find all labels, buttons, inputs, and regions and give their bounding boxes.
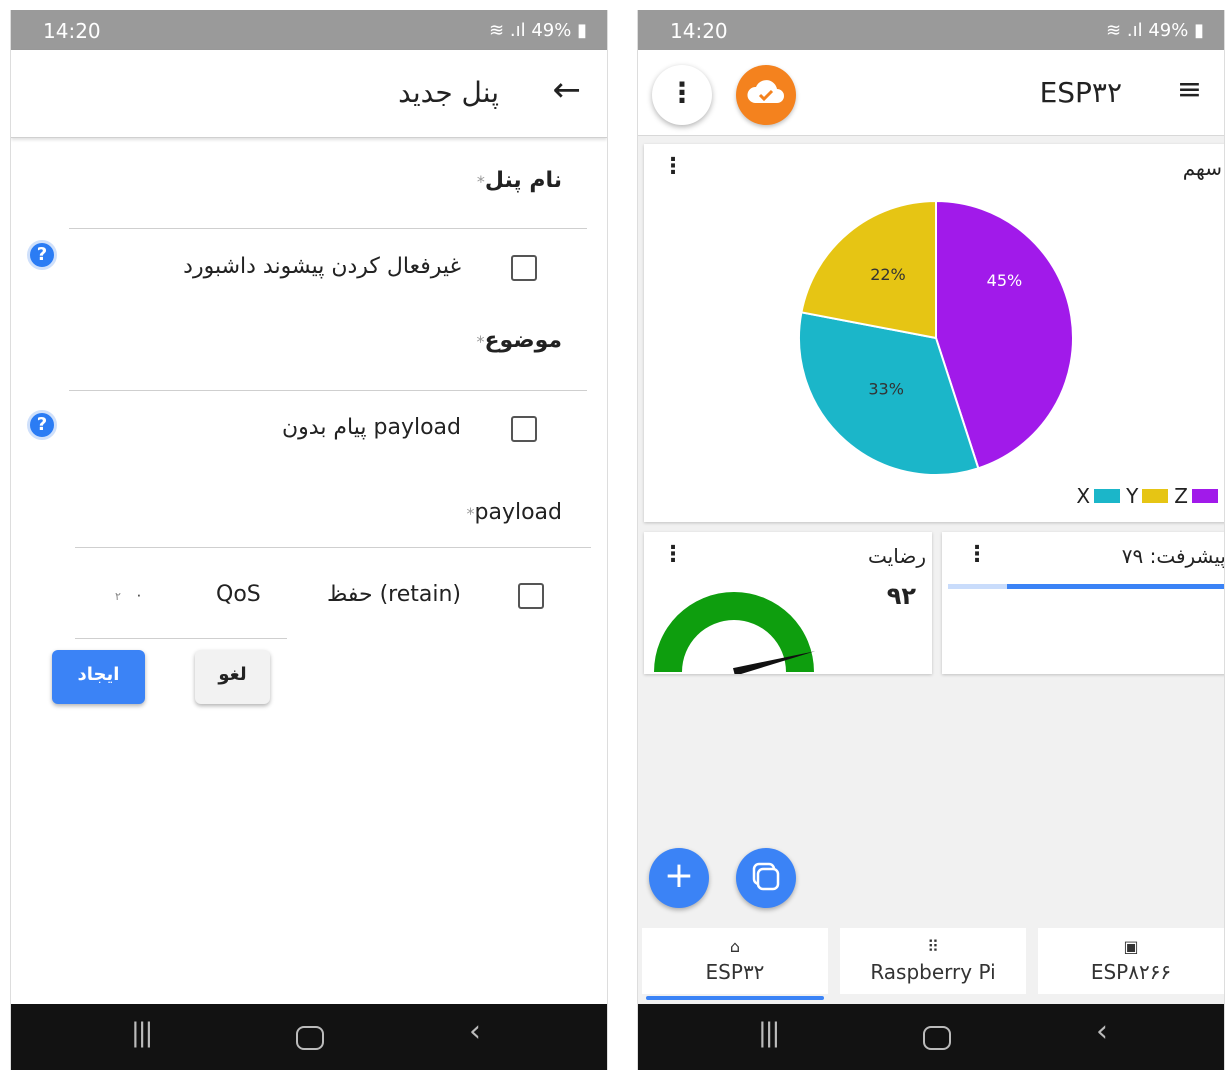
pie-chart: 45% 33% 22% <box>798 199 1074 476</box>
disable-prefix-checkbox[interactable] <box>511 255 537 281</box>
arrow-left-icon[interactable]: ← <box>553 70 582 110</box>
gauge-chart <box>654 592 816 674</box>
page-title: ESP۳۲ <box>1039 76 1122 109</box>
home-icon[interactable] <box>296 1026 324 1050</box>
back-icon[interactable]: ‹ <box>1096 1014 1108 1049</box>
tab-label: ESP۳۲ <box>705 960 765 984</box>
signal-icon: .ıl <box>509 20 526 41</box>
status-bar: 14:20 ≋ .ıl 49% ▮ <box>638 10 1224 50</box>
retain-label: حفظ (retain) <box>326 582 461 607</box>
retain-checkbox[interactable] <box>518 583 544 609</box>
battery-level: 49% <box>1148 20 1189 41</box>
pie-label-y: 22% <box>870 265 906 284</box>
progress-fill <box>1006 584 1224 589</box>
legend-label: X <box>1076 484 1091 508</box>
chart-legend: X Y Z <box>1076 484 1218 508</box>
device-icon: ▣ <box>1123 937 1139 956</box>
status-indicators: ≋ .ıl 49% ▮ <box>489 20 587 41</box>
qos-select-underline <box>75 638 287 639</box>
pie-label-x: 33% <box>868 380 904 399</box>
phone-dashboard: 14:20 ≋ .ıl 49% ▮ ⋮ ESP۳۲ ≡ سهم ⋮ 45% 33%… <box>637 10 1225 1070</box>
kebab-icon: ⋮ <box>668 76 696 109</box>
cloud-sync-button[interactable] <box>736 65 796 125</box>
keypad-icon: ⠿ <box>927 937 939 956</box>
panel-name-label: *نام پنل <box>476 168 562 193</box>
help-icon[interactable]: ? <box>27 240 57 270</box>
battery-level: 49% <box>531 20 572 41</box>
active-tab-indicator <box>646 996 824 1000</box>
no-payload-label: پیام بدون payload <box>281 415 461 440</box>
qos-alt-value: ۲ <box>115 590 121 603</box>
tab-raspberry-pi[interactable]: ⠿ Raspberry Pi <box>840 928 1026 994</box>
topic-label: *موضوع <box>476 328 563 353</box>
legend-item-y: Y <box>1126 484 1169 508</box>
legend-label: Y <box>1126 484 1139 508</box>
no-payload-checkbox[interactable] <box>511 416 537 442</box>
battery-icon: ▮ <box>1194 20 1204 41</box>
system-nav-bar: ||| ‹ <box>638 1004 1224 1070</box>
back-icon[interactable]: ‹ <box>469 1014 481 1049</box>
pie-chart-card: سهم ⋮ 45% 33% 22% XYZ <box>644 144 1224 522</box>
progress-card: پیشرفت: ۷۹ ⋮ <box>942 532 1225 674</box>
payload-field[interactable] <box>75 547 591 548</box>
tab-label: Raspberry Pi <box>870 960 996 984</box>
tab-label: ESP۸۲۶۶ <box>1090 960 1172 984</box>
progress-bar <box>948 584 1224 589</box>
status-time: 14:20 <box>43 19 101 43</box>
dashboard-tabs: ⌂ ESP۳۲ ⠿ Raspberry Pi ▣ ESP۸۲۶۶ <box>638 920 1224 1004</box>
copy-icon <box>752 862 780 891</box>
legend-label: Z <box>1174 484 1188 508</box>
home-icon: ⌂ <box>729 937 741 956</box>
payload-label: *payload <box>466 500 562 525</box>
signal-icon: .ıl <box>1126 20 1143 41</box>
help-icon[interactable]: ? <box>27 410 57 440</box>
more-options-button[interactable]: ⋮ <box>652 65 712 125</box>
phone-new-panel: 14:20 ≋ .ıl 49% ▮ پنل جدید ← *نام پنل غی… <box>10 10 608 1070</box>
panel-name-field[interactable] <box>69 228 587 229</box>
tab-esp32[interactable]: ⌂ ESP۳۲ <box>642 928 828 1000</box>
legend-swatch <box>1094 489 1121 503</box>
wifi-icon: ≋ <box>489 20 505 41</box>
add-panel-button[interactable]: + <box>649 848 709 908</box>
card-title: پیشرفت: ۷۹ <box>1121 544 1225 568</box>
legend-swatch <box>1142 489 1169 503</box>
home-icon[interactable] <box>923 1026 951 1050</box>
gauge-arc <box>654 592 814 672</box>
app-bar: ⋮ ESP۳۲ ≡ <box>638 50 1224 136</box>
card-menu-icon[interactable]: ⋮ <box>966 542 988 567</box>
recent-apps-icon[interactable]: ||| <box>131 1018 153 1048</box>
pie-label-z: 45% <box>987 271 1023 290</box>
legend-swatch <box>1192 489 1218 503</box>
wifi-icon: ≋ <box>1106 20 1122 41</box>
status-time: 14:20 <box>670 19 728 43</box>
battery-icon: ▮ <box>577 20 587 41</box>
system-nav-bar: ||| ‹ <box>11 1004 607 1070</box>
create-button[interactable]: ایجاد <box>52 650 145 704</box>
cloud-check-icon <box>747 80 784 103</box>
tab-esp8266[interactable]: ▣ ESP۸۲۶۶ <box>1038 928 1224 994</box>
recent-apps-icon[interactable]: ||| <box>758 1018 780 1048</box>
cancel-button[interactable]: لغو <box>195 650 270 704</box>
topic-field[interactable] <box>69 390 587 391</box>
legend-item-x: X <box>1076 484 1121 508</box>
qos-label: QoS <box>216 582 261 607</box>
qos-value[interactable]: ۲۰ <box>115 586 143 604</box>
hamburger-icon[interactable]: ≡ <box>1177 72 1202 107</box>
disable-prefix-label: غیرفعال کردن پیشوند داشبورد <box>183 254 461 279</box>
plus-icon: + <box>663 855 695 896</box>
page-title: پنل جدید <box>398 76 499 109</box>
gauge-card: رضایت ⋮ ۹۲ <box>644 532 932 674</box>
legend-item-z: Z <box>1174 484 1218 508</box>
app-bar: پنل جدید ← <box>11 50 607 138</box>
status-indicators: ≋ .ıl 49% ▮ <box>1106 20 1204 41</box>
status-bar: 14:20 ≋ .ıl 49% ▮ <box>11 10 607 50</box>
copy-panel-button[interactable] <box>736 848 796 908</box>
